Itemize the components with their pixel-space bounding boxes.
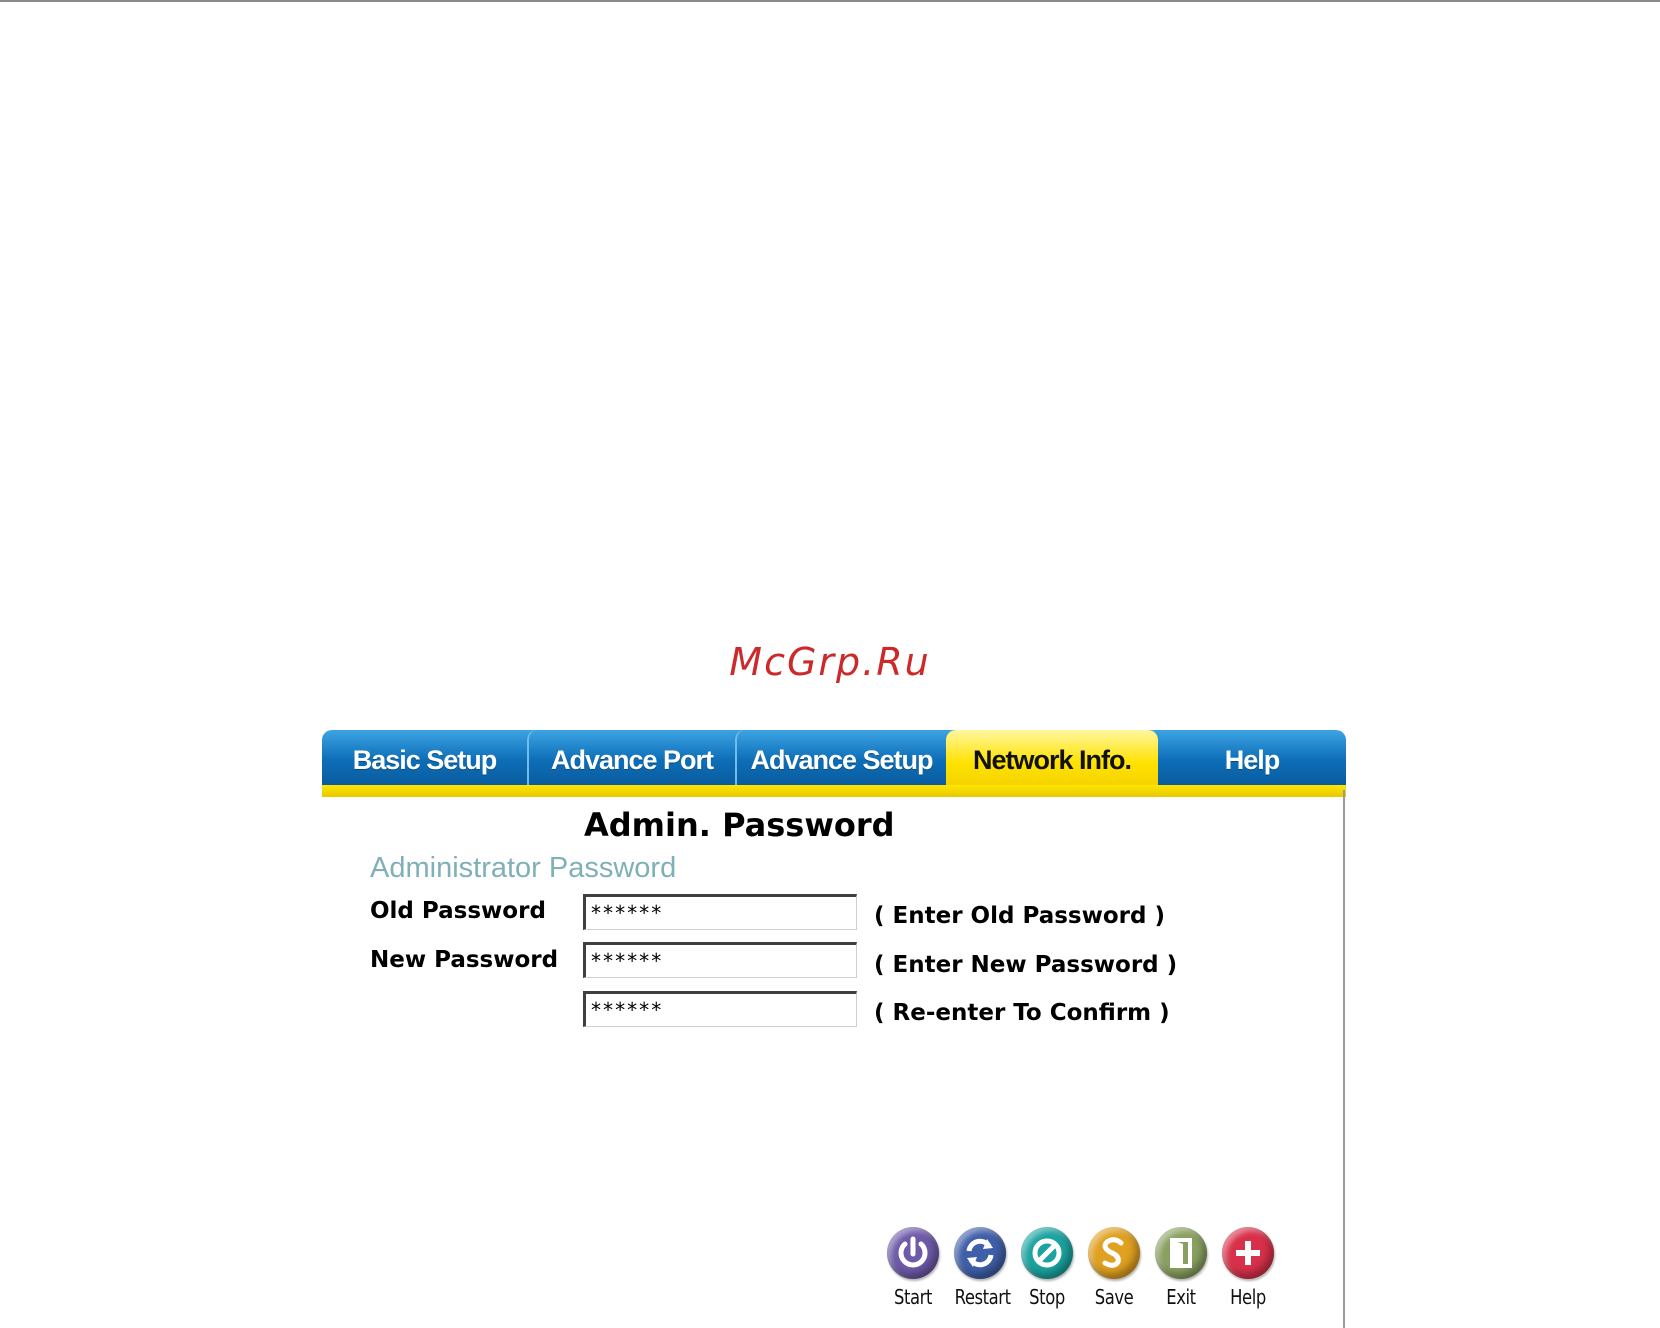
- router-config-panel: Basic Setup Advance Port Advance Setup N…: [322, 730, 1346, 1328]
- stop-icon: [1021, 1227, 1073, 1279]
- tab-advance-port[interactable]: Advance Port: [527, 730, 735, 785]
- new-password-hint: ( Enter New Password ): [874, 952, 1178, 978]
- confirm-password-hint: ( Re-enter To Confirm ): [874, 1000, 1170, 1026]
- tab-network-info[interactable]: Network Info.: [946, 730, 1158, 785]
- page-title: Admin. Password: [584, 806, 895, 844]
- exit-label: Exit: [1166, 1285, 1196, 1309]
- old-password-input[interactable]: [583, 894, 857, 930]
- tab-advance-setup[interactable]: Advance Setup: [735, 730, 946, 785]
- new-password-input[interactable]: [583, 942, 857, 978]
- old-password-hint: ( Enter Old Password ): [874, 903, 1165, 929]
- stop-label: Stop: [1029, 1285, 1065, 1309]
- start-button[interactable]: Start: [882, 1227, 944, 1309]
- save-button[interactable]: Save: [1083, 1227, 1145, 1309]
- start-label: Start: [893, 1285, 933, 1309]
- power-icon: [887, 1227, 939, 1279]
- new-password-label: New Password: [370, 947, 559, 973]
- help-button[interactable]: Help: [1217, 1227, 1279, 1309]
- stop-button[interactable]: Stop: [1016, 1227, 1078, 1309]
- old-password-label: Old Password: [370, 898, 546, 924]
- tab-help[interactable]: Help: [1158, 730, 1346, 785]
- save-label: Save: [1094, 1285, 1134, 1309]
- restart-icon: [954, 1227, 1006, 1279]
- save-icon: [1088, 1227, 1140, 1279]
- exit-button[interactable]: Exit: [1150, 1227, 1212, 1309]
- confirm-password-input[interactable]: [583, 991, 857, 1027]
- tab-bar: Basic Setup Advance Port Advance Setup N…: [322, 730, 1346, 785]
- help-label: Help: [1230, 1285, 1266, 1309]
- restart-label: Restart: [954, 1285, 1011, 1309]
- watermark: McGrp.Ru: [729, 640, 931, 684]
- top-rule: [0, 0, 1660, 2]
- section-title: Administrator Password: [370, 852, 677, 884]
- tab-basic-setup[interactable]: Basic Setup: [322, 730, 527, 785]
- panel-right-border: [1343, 790, 1345, 1328]
- restart-button[interactable]: Restart: [949, 1227, 1011, 1309]
- plus-icon: [1222, 1227, 1274, 1279]
- tab-underline-bar: [322, 785, 1346, 797]
- exit-icon: [1155, 1227, 1207, 1279]
